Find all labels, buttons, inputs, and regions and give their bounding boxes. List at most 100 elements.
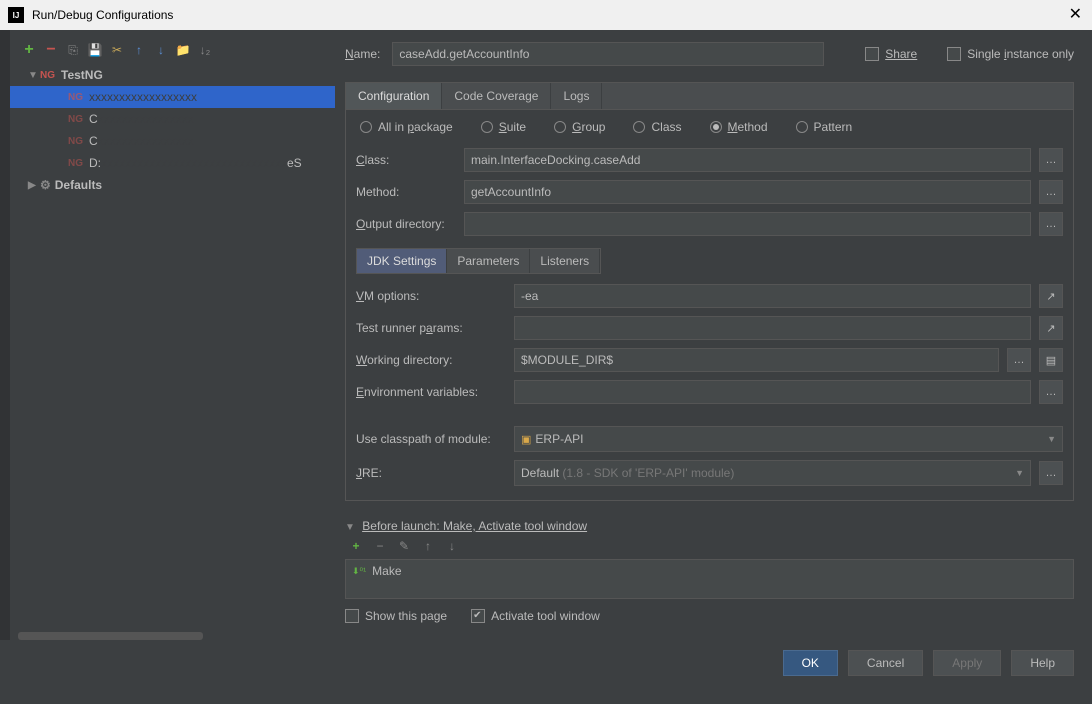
move-down-icon[interactable]: ↓ bbox=[152, 41, 170, 59]
tree-item[interactable]: NG xxxxxxxxxxxxxxxxxx bbox=[10, 86, 335, 108]
browse-class-button[interactable]: … bbox=[1039, 148, 1063, 172]
move-task-down-icon[interactable]: ↓ bbox=[443, 537, 461, 555]
apply-button[interactable]: Apply bbox=[933, 650, 1001, 676]
subtab-listeners[interactable]: Listeners bbox=[530, 249, 600, 273]
expand-vm-button[interactable]: ↗ bbox=[1039, 284, 1063, 308]
jre-select[interactable]: Default (1.8 - SDK of 'ERP-API' module) … bbox=[514, 460, 1031, 486]
testng-icon: NG bbox=[68, 136, 83, 147]
classpath-label: Use classpath of module: bbox=[356, 432, 506, 446]
radio-all-in-package[interactable]: All in package bbox=[360, 120, 453, 134]
name-label: Name: bbox=[345, 47, 380, 61]
move-up-icon[interactable]: ↑ bbox=[130, 41, 148, 59]
before-launch-header[interactable]: ▼ Before launch: Make, Activate tool win… bbox=[345, 519, 1074, 533]
name-input[interactable] bbox=[392, 42, 824, 66]
expand-arrow-icon[interactable]: ▶ bbox=[28, 180, 40, 191]
single-instance-checkbox[interactable]: Single instance only bbox=[947, 47, 1074, 61]
testng-icon: NG bbox=[40, 70, 55, 81]
show-page-checkbox[interactable]: Show this page bbox=[345, 609, 447, 623]
folder-icon[interactable]: 📁 bbox=[174, 41, 192, 59]
edit-env-button[interactable]: … bbox=[1039, 380, 1063, 404]
settings-icon[interactable]: ✂ bbox=[108, 41, 126, 59]
edit-task-icon[interactable]: ✎ bbox=[395, 537, 413, 555]
expand-arrow-icon[interactable]: ▼ bbox=[28, 70, 40, 81]
subtab-parameters[interactable]: Parameters bbox=[447, 249, 530, 273]
testng-icon: NG bbox=[68, 114, 83, 125]
subtab-jdk[interactable]: JDK Settings bbox=[357, 249, 447, 273]
browse-jre-button[interactable]: … bbox=[1039, 461, 1063, 485]
method-input[interactable] bbox=[464, 180, 1031, 204]
collapse-arrow-icon: ▼ bbox=[345, 522, 355, 533]
obscured-text: xxxxxxxxxxxxxxxxxxxxxxxxxxxxxxx bbox=[101, 156, 287, 170]
horizontal-scrollbar[interactable] bbox=[18, 632, 327, 640]
obscured-text: xxxxxxxxxxxxxxxx bbox=[98, 112, 194, 126]
browse-output-button[interactable]: … bbox=[1039, 212, 1063, 236]
radio-pattern[interactable]: Pattern bbox=[796, 120, 853, 134]
window-title: Run/Debug Configurations bbox=[32, 8, 173, 22]
output-label: Output directory: bbox=[356, 217, 456, 231]
share-checkbox[interactable]: Share bbox=[865, 47, 917, 61]
cancel-button[interactable]: Cancel bbox=[848, 650, 923, 676]
tree-label: TestNG bbox=[61, 68, 103, 82]
working-dir-label: Working directory: bbox=[356, 353, 506, 367]
radio-class[interactable]: Class bbox=[633, 120, 681, 134]
help-button[interactable]: Help bbox=[1011, 650, 1074, 676]
tree-node-testng[interactable]: ▼ NG TestNG bbox=[10, 64, 335, 86]
main-content: Name: Share Single instance only Configu… bbox=[335, 30, 1092, 640]
output-input[interactable] bbox=[464, 212, 1031, 236]
list-item[interactable]: ⬇⁰¹ Make bbox=[352, 564, 1067, 578]
runner-params-label: Test runner params: bbox=[356, 321, 506, 335]
radio-method[interactable]: Method bbox=[710, 120, 768, 134]
tree-item-prefix: C bbox=[89, 134, 98, 148]
copy-config-icon[interactable]: ⎘ bbox=[64, 41, 82, 59]
browse-method-button[interactable]: … bbox=[1039, 180, 1063, 204]
window-titlebar: IJ Run/Debug Configurations ✕ bbox=[0, 0, 1092, 30]
classpath-module-select[interactable]: ▣ERP-API ▼ bbox=[514, 426, 1063, 452]
sidebar-toolbar: + − ⎘ 💾 ✂ ↑ ↓ 📁 ↓₂ bbox=[10, 36, 335, 64]
obscured-text: xxxxxxxxxxxxxxxxxx bbox=[89, 90, 197, 104]
before-launch-panel: ▼ Before launch: Make, Activate tool win… bbox=[345, 519, 1074, 633]
class-label: Class: bbox=[356, 153, 456, 167]
obscured-text: xxxxxxxxxxxxxxxx bbox=[98, 134, 194, 148]
testng-icon: NG bbox=[68, 92, 83, 103]
tree-item[interactable]: NG C xxxxxxxxxxxxxxxx bbox=[10, 108, 335, 130]
sort-icon[interactable]: ↓₂ bbox=[196, 41, 214, 59]
runner-params-input[interactable] bbox=[514, 316, 1031, 340]
working-dir-input[interactable] bbox=[514, 348, 999, 372]
tree-item[interactable]: NG C xxxxxxxxxxxxxxxx bbox=[10, 130, 335, 152]
vm-options-input[interactable] bbox=[514, 284, 1031, 308]
close-icon[interactable]: ✕ bbox=[1069, 4, 1082, 24]
remove-task-icon[interactable]: − bbox=[371, 537, 389, 555]
ok-button[interactable]: OK bbox=[783, 650, 838, 676]
tab-code-coverage[interactable]: Code Coverage bbox=[442, 83, 551, 109]
before-launch-list[interactable]: ⬇⁰¹ Make bbox=[345, 559, 1074, 599]
tree-item[interactable]: NG D: xxxxxxxxxxxxxxxxxxxxxxxxxxxxxxx eS bbox=[10, 152, 335, 174]
vm-options-label: VM options: bbox=[356, 289, 506, 303]
radio-suite[interactable]: Suite bbox=[481, 120, 526, 134]
testng-icon: NG bbox=[68, 158, 83, 169]
add-task-icon[interactable]: + bbox=[347, 537, 365, 555]
tab-configuration[interactable]: Configuration bbox=[346, 83, 442, 109]
tree-node-defaults[interactable]: ▶ ⚙ Defaults bbox=[10, 174, 335, 196]
add-config-icon[interactable]: + bbox=[20, 41, 38, 59]
make-icon: ⬇⁰¹ bbox=[352, 566, 366, 577]
tree-item-prefix: D: bbox=[89, 156, 101, 170]
save-config-icon[interactable]: 💾 bbox=[86, 41, 104, 59]
class-input[interactable] bbox=[464, 148, 1031, 172]
tab-logs[interactable]: Logs bbox=[551, 83, 602, 109]
env-vars-input[interactable] bbox=[514, 380, 1031, 404]
main-tabs: Configuration Code Coverage Logs bbox=[346, 83, 1073, 110]
insert-macro-button[interactable]: ▤ bbox=[1039, 348, 1063, 372]
activate-tool-window-checkbox[interactable]: Activate tool window bbox=[471, 609, 600, 623]
dark-left-strip bbox=[0, 30, 10, 640]
browse-wd-button[interactable]: … bbox=[1007, 348, 1031, 372]
gear-icon: ⚙ bbox=[40, 178, 51, 192]
module-icon: ▣ bbox=[521, 434, 531, 446]
jre-label: JRE: bbox=[356, 466, 506, 480]
remove-config-icon[interactable]: − bbox=[42, 41, 60, 59]
expand-runner-button[interactable]: ↗ bbox=[1039, 316, 1063, 340]
tree-label: Defaults bbox=[55, 178, 102, 192]
move-task-up-icon[interactable]: ↑ bbox=[419, 537, 437, 555]
radio-group[interactable]: Group bbox=[554, 120, 605, 134]
chevron-down-icon: ▼ bbox=[1047, 434, 1056, 444]
test-kind-radios: All in package Suite Group Class Method … bbox=[346, 110, 1073, 144]
